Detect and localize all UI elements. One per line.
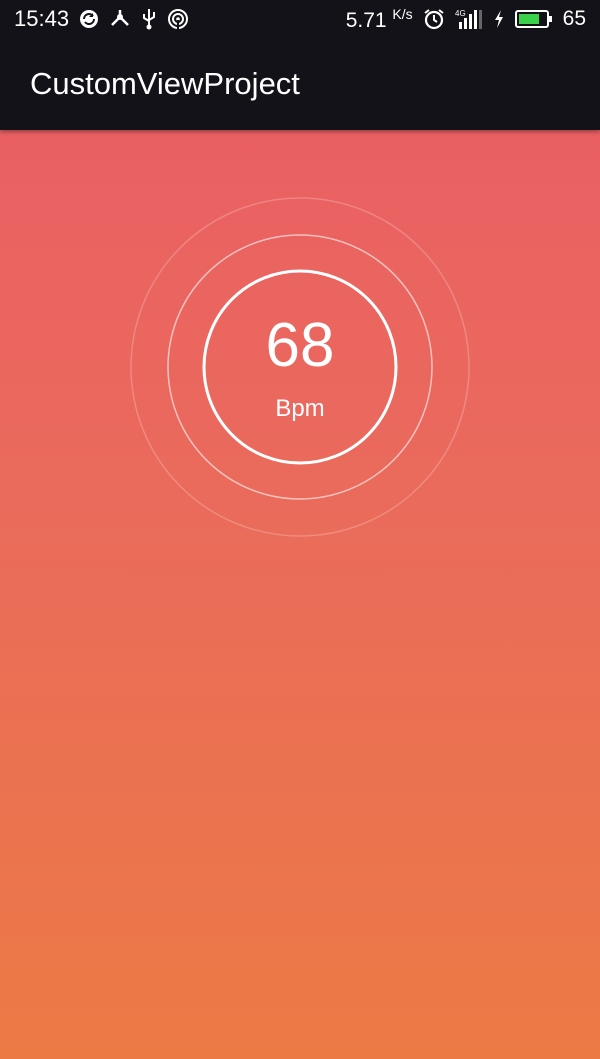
status-bar-left: 15:43 bbox=[14, 6, 189, 32]
status-time: 15:43 bbox=[14, 6, 70, 31]
network-type: 4G bbox=[455, 9, 466, 18]
heart-rate-unit: Bpm bbox=[275, 395, 325, 422]
battery-icon bbox=[514, 9, 553, 29]
hotspot-icon bbox=[167, 8, 189, 30]
network-speed: 5.71 K/s bbox=[346, 6, 413, 33]
heart-rate-value: 68 bbox=[265, 311, 335, 380]
screen: 15:43 5.71 K/s 4G 65 CustomViewProject 6… bbox=[0, 0, 600, 1059]
signal-icon: 4G bbox=[455, 8, 483, 30]
heart-rate-view: 68 Bpm bbox=[130, 197, 470, 537]
app-bar: CustomViewProject bbox=[0, 38, 600, 130]
charging-icon bbox=[493, 9, 505, 29]
sync-icon bbox=[79, 9, 99, 29]
battery-fill bbox=[518, 14, 539, 24]
status-bar: 15:43 5.71 K/s 4G 65 bbox=[0, 0, 600, 38]
network-speed-value: 5.71 bbox=[345, 8, 387, 32]
battery-level: 65 bbox=[562, 7, 586, 30]
network-speed-unit: K/s bbox=[392, 5, 413, 22]
alarm-icon bbox=[423, 8, 445, 30]
status-bar-right: 5.71 K/s 4G 65 bbox=[346, 6, 586, 33]
usb-hub-icon bbox=[109, 9, 131, 29]
app-title: CustomViewProject bbox=[30, 66, 300, 101]
usb-icon bbox=[141, 8, 157, 30]
